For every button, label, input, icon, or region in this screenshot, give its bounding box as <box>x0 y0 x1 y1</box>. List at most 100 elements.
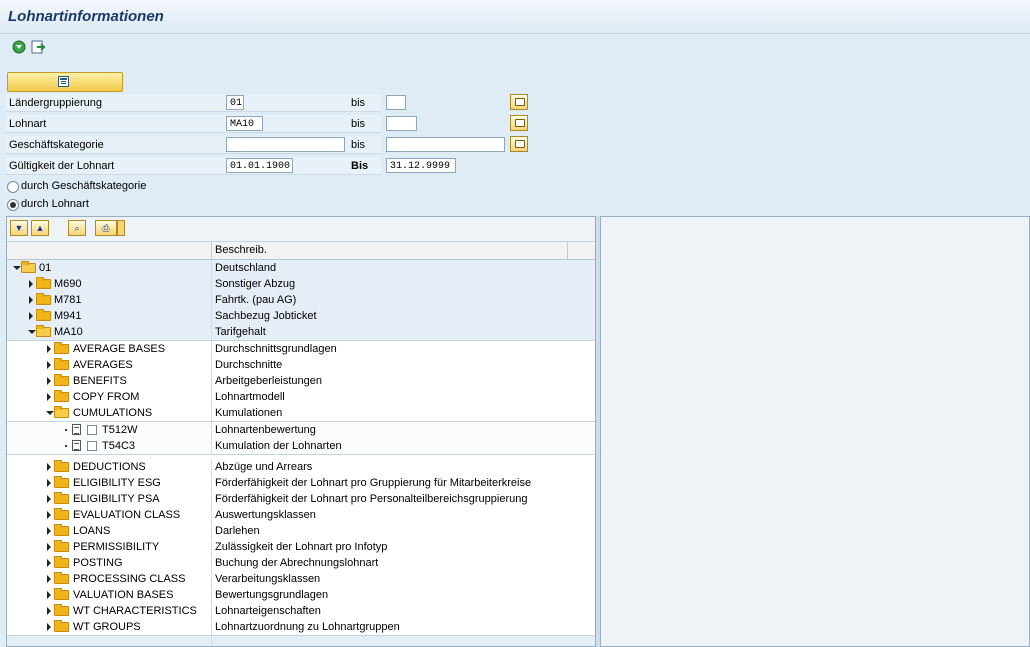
expand-arrow-icon[interactable] <box>47 511 51 519</box>
tree-row[interactable]: M781 Fahrtk. (pau AG) <box>7 292 595 308</box>
tree-header: Beschreib. <box>7 242 595 260</box>
expand-all-icon[interactable]: ▼ <box>10 220 28 236</box>
laendergruppierung-label: Ländergruppierung <box>9 97 102 109</box>
geschaeftskategorie-label: Geschäftskategorie <box>9 139 104 151</box>
expand-arrow-icon[interactable] <box>29 296 33 304</box>
folder-icon <box>54 572 69 584</box>
folder-icon <box>36 293 51 305</box>
tree-row[interactable]: AVERAGE BASES Durchschnittsgrundlagen <box>7 341 595 357</box>
expand-arrow-icon[interactable] <box>47 463 51 471</box>
node-name: MA10 <box>54 326 83 338</box>
tree-row[interactable]: EVALUATION CLASS Auswertungsklassen <box>7 507 595 523</box>
execute-icon[interactable] <box>12 40 26 54</box>
tree-row[interactable]: ELIGIBILITY PSA Förderfähigkeit der Lohn… <box>7 491 595 507</box>
node-name: M690 <box>54 278 82 290</box>
tree-row[interactable]: WT CHARACTERISTICS Lohnarteigenschaften <box>7 603 595 619</box>
expand-arrow-icon[interactable] <box>47 345 51 353</box>
multiple-selection-button[interactable] <box>510 115 528 131</box>
expand-arrow-icon[interactable] <box>47 527 51 535</box>
tree-row[interactable]: CUMULATIONS Kumulationen <box>7 405 595 422</box>
laendergruppierung-from-input[interactable]: 01 <box>226 95 244 110</box>
tree-view-button[interactable] <box>7 72 123 92</box>
expand-arrow-icon[interactable] <box>47 393 51 401</box>
expand-arrow-icon[interactable] <box>47 543 51 551</box>
expand-arrow-icon[interactable] <box>47 377 51 385</box>
gueltigkeit-to-input[interactable]: 31.12.9999 <box>386 158 456 173</box>
expand-arrow-icon[interactable] <box>47 623 51 631</box>
tree-row[interactable]: PERMISSIBILITY Zulässigkeit der Lohnart … <box>7 539 595 555</box>
collapse-arrow-icon[interactable] <box>28 330 36 334</box>
node-description: Förderfähigkeit der Lohnart pro Gruppier… <box>215 477 532 489</box>
checkbox[interactable] <box>87 425 97 435</box>
gueltigkeit-from-input[interactable]: 01.01.1900 <box>226 158 293 173</box>
node-description: Lohnartmodell <box>215 391 285 403</box>
tree-row[interactable]: WT GROUPS Lohnartzuordnung zu Lohnartgru… <box>7 619 595 636</box>
lohnart-to-input[interactable] <box>386 116 417 131</box>
expand-arrow-icon[interactable] <box>47 479 51 487</box>
multiple-selection-button[interactable] <box>510 94 528 110</box>
column-header-name[interactable] <box>7 242 212 259</box>
tree-row[interactable]: AVERAGES Durchschnitte <box>7 357 595 373</box>
laendergruppierung-to-input[interactable] <box>386 95 406 110</box>
tree-row[interactable]: 01 Deutschland <box>7 260 595 276</box>
folder-icon <box>54 390 69 402</box>
tree-row[interactable]: LOANS Darlehen <box>7 523 595 539</box>
column-header-description[interactable]: Beschreib. <box>215 244 267 256</box>
node-description: Durchschnittsgrundlagen <box>215 343 337 355</box>
expand-arrow-icon[interactable] <box>47 361 51 369</box>
radio-geschaeftskategorie[interactable] <box>7 181 19 193</box>
node-name: 01 <box>39 262 52 274</box>
tree-toolbar: ▼ ▲ ⌕ ⎙ <box>7 217 595 242</box>
print-dropdown-icon[interactable] <box>117 220 125 236</box>
tree-row[interactable]: COPY FROM Lohnartmodell <box>7 389 595 405</box>
checkbox[interactable] <box>87 441 97 451</box>
geschaeftskategorie-to-input[interactable] <box>386 137 505 152</box>
expand-arrow-icon[interactable] <box>29 312 33 320</box>
node-description: Tarifgehalt <box>215 326 266 338</box>
node-name: CUMULATIONS <box>73 407 153 419</box>
tree-row[interactable]: M690 Sonstiger Abzug <box>7 276 595 292</box>
folder-icon <box>36 277 51 289</box>
expand-arrow-icon[interactable] <box>47 591 51 599</box>
geschaeftskategorie-from-input[interactable] <box>226 137 345 152</box>
lohnart-label: Lohnart <box>9 118 47 130</box>
find-icon[interactable]: ⌕ <box>68 220 86 236</box>
radio-lohnart-label: durch Lohnart <box>21 198 89 210</box>
folder-icon <box>54 492 69 504</box>
multiple-selection-button[interactable] <box>510 136 528 152</box>
node-description: Abzüge und Arrears <box>215 461 313 473</box>
node-name: ELIGIBILITY ESG <box>73 477 161 489</box>
tree-row[interactable]: MA10 Tarifgehalt <box>7 324 595 341</box>
tree-row[interactable]: T54C3 Kumulation der Lohnarten <box>7 438 595 455</box>
expand-arrow-icon[interactable] <box>47 607 51 615</box>
open-folder-icon <box>54 406 69 418</box>
collapse-all-icon[interactable]: ▲ <box>31 220 49 236</box>
tree-row[interactable]: PROCESSING CLASS Verarbeitungsklassen <box>7 571 595 587</box>
folder-icon <box>54 476 69 488</box>
lohnart-from-input[interactable]: MA10 <box>226 116 263 131</box>
detail-panel <box>600 216 1030 647</box>
node-name: BENEFITS <box>73 375 127 387</box>
expand-arrow-icon[interactable] <box>47 559 51 567</box>
title-bar: Lohnartinformationen <box>0 0 1030 34</box>
node-description: Verarbeitungsklassen <box>215 573 321 585</box>
tree-panel: ▼ ▲ ⌕ ⎙ Beschreib. 01 Deutschland M690 S… <box>6 216 596 647</box>
tree-row[interactable]: DEDUCTIONS Abzüge und Arrears <box>7 459 595 475</box>
tree-row[interactable]: T512W Lohnartenbewertung <box>7 422 595 438</box>
tree-row[interactable]: M941 Sachbezug Jobticket <box>7 308 595 324</box>
expand-arrow-icon[interactable] <box>47 575 51 583</box>
collapse-arrow-icon[interactable] <box>46 411 54 415</box>
variant-icon[interactable] <box>31 40 45 54</box>
print-icon[interactable]: ⎙ <box>95 220 117 236</box>
tree-view-icon <box>58 76 69 87</box>
expand-arrow-icon[interactable] <box>47 495 51 503</box>
radio-lohnart[interactable] <box>7 199 19 211</box>
tree-row[interactable]: BENEFITS Arbeitgeberleistungen <box>7 373 595 389</box>
collapse-arrow-icon[interactable] <box>13 266 21 270</box>
tree-row[interactable]: ELIGIBILITY ESG Förderfähigkeit der Lohn… <box>7 475 595 491</box>
tree-row[interactable]: POSTING Buchung der Abrechnungslohnart <box>7 555 595 571</box>
node-description: Lohnartenbewertung <box>215 424 316 436</box>
document-icon <box>72 424 81 435</box>
expand-arrow-icon[interactable] <box>29 280 33 288</box>
tree-row[interactable]: VALUATION BASES Bewertungsgrundlagen <box>7 587 595 603</box>
